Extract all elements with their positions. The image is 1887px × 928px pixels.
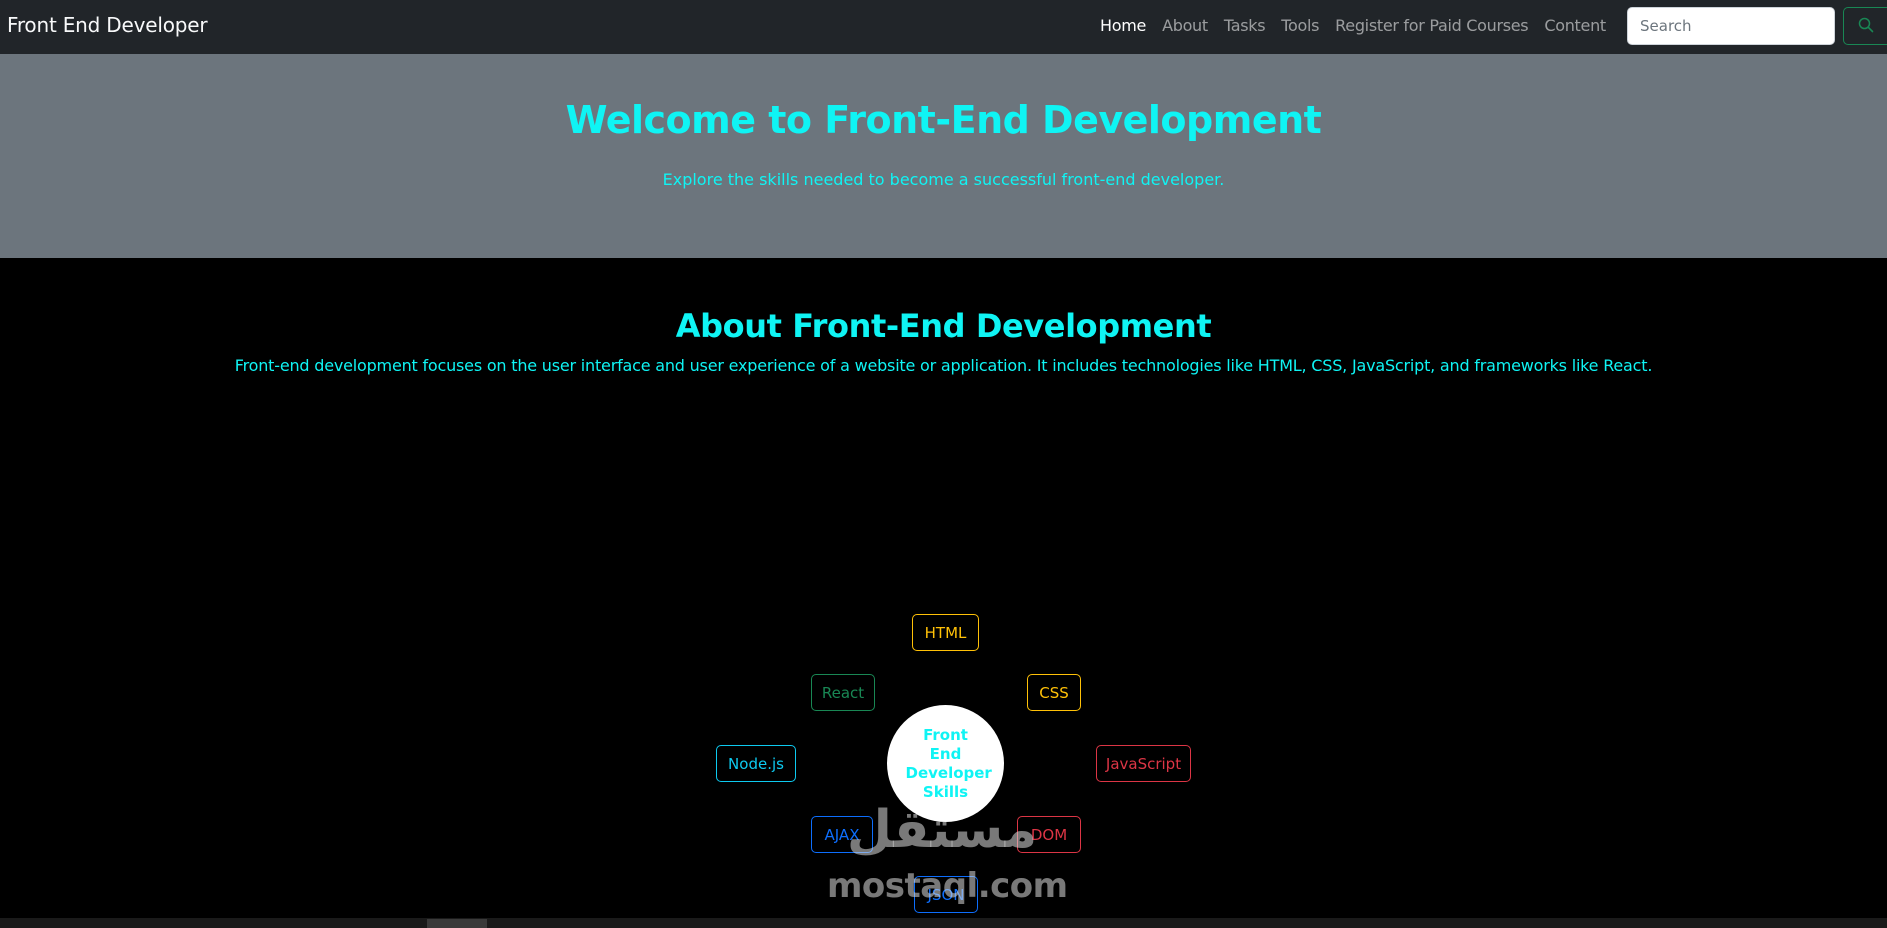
nav-link-content[interactable]: Content: [1544, 16, 1606, 35]
nav-link-tasks[interactable]: Tasks: [1224, 16, 1266, 35]
skill-react[interactable]: React: [811, 674, 875, 711]
skills-center-label: Front End Developer Skills: [905, 725, 992, 801]
skill-nodejs[interactable]: Node.js: [716, 745, 796, 782]
skills-center-circle: Front End Developer Skills: [887, 705, 1004, 822]
navbar: Front End Developer Home About Tasks Too…: [0, 0, 1887, 54]
about-title: About Front-End Development: [675, 307, 1212, 345]
skill-css[interactable]: CSS: [1027, 674, 1081, 711]
search-icon: [1858, 17, 1874, 36]
hero-title: Welcome to Front-End Development: [565, 98, 1322, 142]
nav-link-home[interactable]: Home: [1100, 16, 1146, 35]
skill-html[interactable]: HTML: [912, 614, 979, 651]
search-input[interactable]: [1627, 7, 1835, 45]
hero-subtitle: Explore the skills needed to become a su…: [662, 170, 1225, 189]
skill-dom[interactable]: DOM: [1017, 816, 1081, 853]
nav-links: Home About Tasks Tools Register for Paid…: [1100, 16, 1622, 35]
scrollbar-thumb[interactable]: [427, 919, 487, 928]
nav-link-register-paid-courses[interactable]: Register for Paid Courses: [1335, 16, 1528, 35]
about-text: Front-end development focuses on the use…: [234, 356, 1653, 375]
search-button[interactable]: [1843, 7, 1887, 45]
nav-link-about[interactable]: About: [1162, 16, 1208, 35]
skill-javascript[interactable]: JavaScript: [1096, 745, 1191, 782]
skill-ajax[interactable]: AJAX: [811, 816, 873, 853]
navbar-brand[interactable]: Front End Developer: [7, 13, 208, 37]
nav-link-tools[interactable]: Tools: [1281, 16, 1319, 35]
hero-section: Welcome to Front-End Development Explore…: [0, 54, 1887, 258]
horizontal-scrollbar[interactable]: [0, 918, 1887, 928]
skill-json[interactable]: JSON: [914, 876, 978, 913]
